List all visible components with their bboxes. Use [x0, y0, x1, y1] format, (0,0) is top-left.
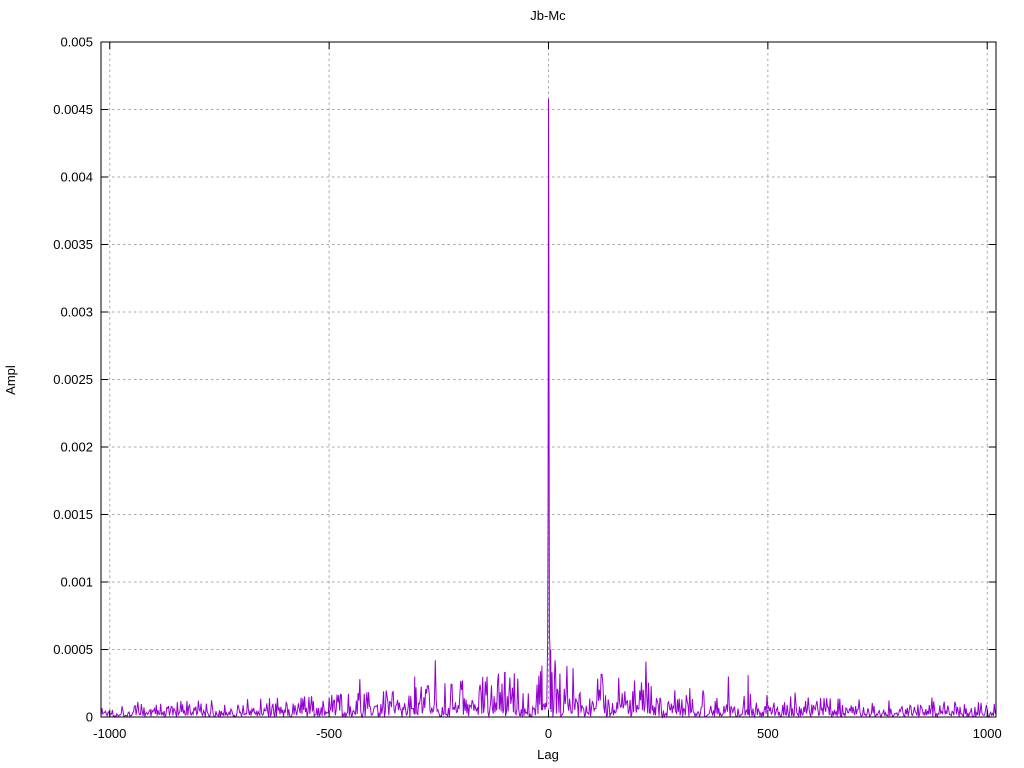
y-tick-label: 0.003: [60, 305, 93, 320]
y-tick-label: 0.002: [60, 440, 93, 455]
tick-label-layer: -1000 -500 0 500 1000 0 0.0005 0.001 0.0015 0.002…: [53, 35, 1001, 742]
x-axis-label: Lag: [537, 747, 559, 762]
series-line-jb-mc: [100, 98, 997, 719]
y-tick-label: 0.0005: [53, 642, 93, 657]
y-tick-label: 0.004: [60, 170, 93, 185]
y-tick-label: 0.005: [60, 35, 93, 50]
x-tick-label: -1000: [93, 726, 126, 741]
y-tick-label: 0.0045: [53, 102, 93, 117]
chart-title: Jb-Mc: [530, 8, 566, 23]
x-tick-label: -500: [316, 726, 342, 741]
y-tick-label: 0.001: [60, 575, 93, 590]
y-axis-label: Ampl: [3, 365, 18, 395]
y-tick-label: 0.0025: [53, 372, 93, 387]
x-tick-label: 1000: [973, 726, 1002, 741]
x-tick-label: 500: [757, 726, 779, 741]
y-tick-label: 0.0035: [53, 237, 93, 252]
y-tick-label: 0: [86, 710, 93, 725]
correlation-plot: -1000 -500 0 500 1000 0 0.0005 0.001 0.0015 0.002…: [3, 8, 1002, 762]
data-layer: [100, 98, 997, 719]
x-tick-label: 0: [545, 726, 552, 741]
correlation-chart-figure: -1000 -500 0 500 1000 0 0.0005 0.001 0.0015 0.002…: [0, 0, 1024, 768]
y-tick-label: 0.0015: [53, 507, 93, 522]
